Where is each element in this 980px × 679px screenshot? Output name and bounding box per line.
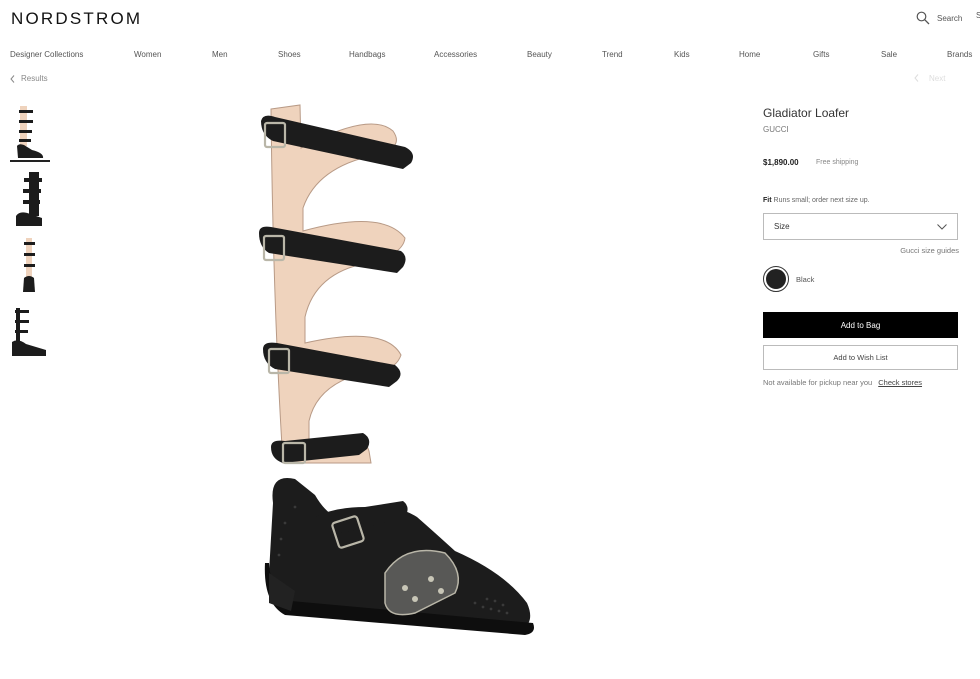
fit-text: Runs small; order next size up. [773,197,870,204]
chevron-left-icon[interactable] [914,74,919,82]
nav-item-trend[interactable]: Trend [602,50,623,59]
nav-item-shoes[interactable]: Shoes [278,50,301,59]
nav-item-accessories[interactable]: Accessories [434,50,477,59]
add-to-wishlist-button[interactable]: Add to Wish List [763,345,958,370]
back-label: Results [21,74,48,83]
add-to-bag-button[interactable]: Add to Bag [763,312,958,338]
shipping-note: Free shipping [816,159,859,166]
next-link[interactable]: Next [929,74,945,83]
nav-item-women[interactable]: Women [134,50,161,59]
size-select[interactable]: Size [763,213,958,240]
product-image[interactable] [255,103,540,655]
thumbnail-1[interactable] [10,102,50,162]
color-name: Black [796,275,815,284]
cart-link[interactable]: S [976,11,980,20]
search-button[interactable]: Search [916,11,962,25]
nav-item-kids[interactable]: Kids [674,50,690,59]
chevron-left-icon [10,74,15,83]
boot-side-thumbnail [17,106,44,158]
nav-item-handbags[interactable]: Handbags [349,50,385,59]
prev-next: Next [914,74,945,83]
swatch-fill [766,269,786,289]
boot-pair-thumbnail [12,308,46,356]
boot-back-thumbnail [23,238,35,292]
nav-item-sale[interactable]: Sale [881,50,897,59]
price: $1,890.00 [763,158,799,167]
main-nav: Designer Collections Women Men Shoes Han… [0,50,980,62]
nav-item-beauty[interactable]: Beauty [527,50,552,59]
pickup-availability: Not available for pickup near you Check … [763,378,922,387]
size-select-value: Size [774,222,790,231]
nav-item-home[interactable]: Home [739,50,760,59]
boot-front-thumbnail [16,172,42,226]
search-icon [916,11,930,25]
pickup-text: Not available for pickup near you [763,378,873,387]
nav-item-designer-collections[interactable]: Designer Collections [10,50,83,59]
search-label: Search [937,13,963,23]
chevron-down-icon [937,223,947,230]
brand-link[interactable]: GUCCI [763,125,789,134]
thumbnail-2[interactable] [10,168,50,228]
thumbnail-4[interactable] [10,300,50,360]
color-swatch-black[interactable] [763,266,789,292]
nav-item-gifts[interactable]: Gifts [813,50,829,59]
nav-item-brands[interactable]: Brands [947,50,972,59]
gladiator-loafer-image [259,104,534,635]
product-title: Gladiator Loafer [763,106,850,120]
logo[interactable]: NORDSTROM [11,9,142,29]
fit-note: Fit Runs small; order next size up. [763,197,870,204]
check-stores-link[interactable]: Check stores [878,378,922,387]
fit-label: Fit [763,197,772,204]
size-guide-link[interactable]: Gucci size guides [900,246,959,255]
nav-item-men[interactable]: Men [212,50,228,59]
thumbnail-3[interactable] [10,234,50,294]
back-to-results[interactable]: Results [10,74,48,83]
